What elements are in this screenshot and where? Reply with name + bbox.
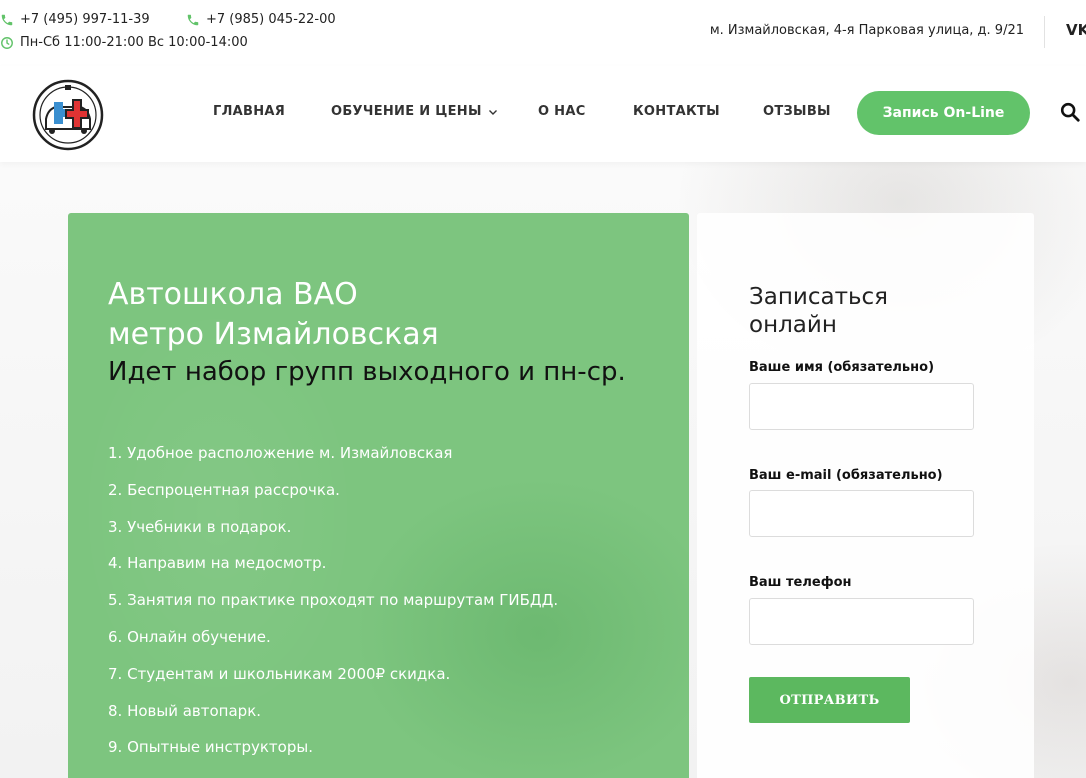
main-header: ГЛАВНАЯ ОБУЧЕНИЕ И ЦЕНЫ О НАС КОНТАКТЫ О… bbox=[0, 66, 1086, 162]
clock-icon bbox=[0, 36, 14, 50]
nav-about-label: О НАС bbox=[538, 104, 586, 119]
phone-link-1[interactable]: +7 (495) 997-11-39 bbox=[0, 12, 150, 27]
hero-title: Автошкола ВАО метро Измайловская bbox=[108, 277, 439, 352]
nav-home[interactable]: ГЛАВНАЯ bbox=[213, 104, 285, 119]
list-item: 9. Опытные инструкторы. bbox=[108, 738, 313, 757]
chevron-down-icon bbox=[488, 107, 498, 117]
phone-label: Ваш телефон bbox=[749, 575, 852, 590]
topbar-divider bbox=[1044, 16, 1045, 48]
nav-home-label: ГЛАВНАЯ bbox=[213, 104, 286, 119]
email-label: Ваш e-mail (обязательно) bbox=[749, 468, 943, 483]
logo-emblem-icon bbox=[32, 79, 104, 151]
form-title: Записаться онлайн bbox=[749, 284, 888, 338]
vk-icon[interactable]: VK bbox=[1066, 21, 1086, 39]
list-item: 6. Онлайн обучение. bbox=[108, 627, 271, 646]
working-hours: Пн-Сб 11:00-21:00 Вс 10:00-14:00 bbox=[0, 35, 248, 50]
nav-training-label: ОБУЧЕНИЕ И ЦЕНЫ bbox=[331, 104, 482, 119]
list-item: 3. Учебники в подарок. bbox=[108, 517, 292, 536]
phone-icon bbox=[186, 13, 200, 27]
search-icon[interactable] bbox=[1059, 101, 1081, 123]
nav-contacts[interactable]: КОНТАКТЫ bbox=[633, 104, 720, 119]
feature-list: 1. Удобное расположение м. Измайловская … bbox=[108, 441, 558, 772]
online-signup-button[interactable]: Запись On-Line bbox=[857, 91, 1030, 135]
list-item: 2. Беспроцентная рассрочка. bbox=[108, 480, 340, 499]
nav-reviews[interactable]: ОТЗЫВЫ bbox=[763, 104, 831, 119]
hours-text: Пн-Сб 11:00-21:00 Вс 10:00-14:00 bbox=[20, 35, 248, 50]
site-logo[interactable] bbox=[32, 79, 104, 151]
list-item: 1. Удобное расположение м. Измайловская bbox=[108, 444, 453, 462]
list-item: 5. Занятия по практике проходят по маршр… bbox=[108, 591, 559, 610]
email-field[interactable] bbox=[749, 490, 974, 537]
list-item: 7. Студентам и школьникам 2000₽ скидка. bbox=[108, 664, 451, 683]
name-field[interactable] bbox=[749, 383, 974, 430]
nav-about[interactable]: О НАС bbox=[538, 104, 586, 119]
nav-reviews-label: ОТЗЫВЫ bbox=[763, 104, 831, 119]
phone-number-1: +7 (495) 997-11-39 bbox=[20, 12, 150, 27]
nav-contacts-label: КОНТАКТЫ bbox=[633, 104, 720, 119]
top-info-bar: +7 (495) 997-11-39 +7 (985) 045-22-00 Пн… bbox=[0, 0, 1086, 66]
phone-field[interactable] bbox=[749, 598, 974, 645]
name-label: Ваше имя (обязательно) bbox=[749, 360, 935, 375]
signup-form-card: Записаться онлайн Ваше имя (обязательно)… bbox=[697, 213, 1034, 778]
phone-link-2[interactable]: +7 (985) 045-22-00 bbox=[186, 12, 336, 27]
hero-info-card: Автошкола ВАО метро Измайловская Идет на… bbox=[68, 213, 689, 778]
nav-training-prices[interactable]: ОБУЧЕНИЕ И ЦЕНЫ bbox=[331, 104, 498, 119]
list-item: 8. Новый автопарк. bbox=[108, 701, 262, 720]
phone-icon bbox=[0, 13, 14, 27]
submit-button[interactable]: ОТПРАВИТЬ bbox=[749, 677, 910, 723]
address-text: м. Измайловская, 4-я Парковая улица, д. … bbox=[709, 23, 1024, 38]
phone-number-2: +7 (985) 045-22-00 bbox=[206, 12, 336, 27]
list-item: 4. Направим на медосмотр. bbox=[108, 554, 327, 573]
hero-subtitle: Идет набор групп выходного и пн-ср. bbox=[108, 357, 626, 387]
